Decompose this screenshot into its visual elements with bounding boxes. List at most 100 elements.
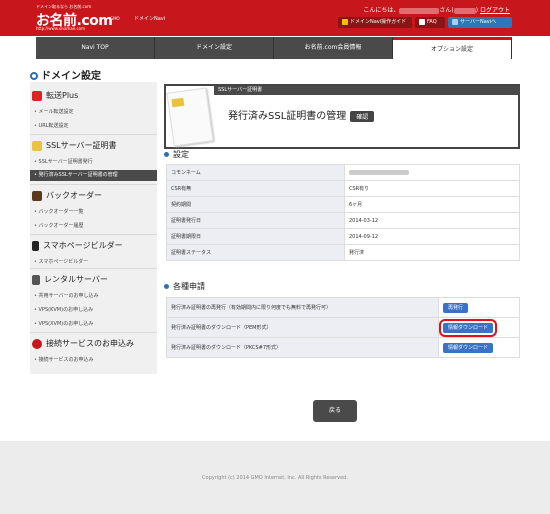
apply-label: 発行済み証明書の再発行（有効期間内に限り何度でも無料で再発行可） <box>166 297 439 318</box>
download-pem-button[interactable]: 情報ダウンロード <box>438 318 498 337</box>
certificate-stamp-icon <box>171 97 185 108</box>
apply-action-cell: 情報ダウンロード <box>438 317 520 338</box>
guide-button[interactable]: ドメインNavi操作ガイド <box>338 17 412 28</box>
setting-key: CSR有無 <box>166 180 345 197</box>
sidebar-divider <box>30 234 157 235</box>
guide-label: ドメインNavi操作ガイド <box>350 19 407 25</box>
panel-title: 発行済みSSL証明書の管理 確認 <box>228 107 375 122</box>
table-row: コモンネーム <box>166 164 520 181</box>
table-row: 証明書発行日 2014-03-12 <box>166 212 520 229</box>
back-button[interactable]: 戻る <box>313 400 357 422</box>
sidebar-item-backorder-list[interactable]: バックオーダー一覧 <box>34 208 84 215</box>
sidebar-item-ssl-issue[interactable]: SSLサーバー証明書発行 <box>34 158 93 165</box>
guide-icon <box>342 18 348 25</box>
logout-link[interactable]: ログアウト <box>480 7 510 14</box>
page-title: ドメイン設定 <box>30 67 101 82</box>
sidebar-item-mail-forward[interactable]: メール転送設定 <box>34 108 74 115</box>
greeting-mid: さん( <box>439 7 454 14</box>
sidebar-item-vps-kvm[interactable]: VPS(KVM)のお申し込み <box>34 306 94 313</box>
question-icon <box>419 18 425 25</box>
sidebar-item-backorder-history[interactable]: バックオーダー履歴 <box>34 222 84 229</box>
onamae-logo[interactable]: ドメイン取るなら お名前.com お名前.com http://www.onam… <box>36 4 113 31</box>
download-pkcs7-button[interactable]: 情報ダウンロード <box>443 342 494 353</box>
logo-url: http://www.onamae.com <box>36 26 86 31</box>
server-icon <box>32 274 40 285</box>
table-row: CSR有無 CSR有り <box>166 180 520 197</box>
sidebar-divider <box>30 184 157 185</box>
setting-value <box>344 164 520 181</box>
settings-heading-text: 設定 <box>173 150 189 159</box>
sidebar-item-ssl-manage[interactable]: 発行済みSSLサーバー証明書の管理 <box>30 170 157 181</box>
sidebar-group-backorder[interactable]: バックオーダー <box>32 190 102 201</box>
sidebar-divider <box>30 332 157 333</box>
smartphone-icon <box>32 240 39 251</box>
panel-category-bar: SSLサーバー証明書 <box>214 86 520 95</box>
sidebar-group-label: バックオーダー <box>46 191 102 200</box>
gavel-icon <box>32 190 42 201</box>
setting-key: コモンネーム <box>166 164 345 181</box>
setting-value: 6ヶ月 <box>344 196 520 213</box>
server-navi-button[interactable]: サーバーNaviへ <box>448 17 512 28</box>
apply-label: 発行済み証明書のダウンロード（PEM形式） <box>166 317 439 338</box>
setting-value: 発行済 <box>344 244 520 261</box>
tab-domain-settings[interactable]: ドメイン設定 <box>155 37 274 59</box>
sidebar-item-smartphone-builder[interactable]: スマホページビルダー <box>34 258 89 265</box>
table-row: 契約期間 6ヶ月 <box>166 196 520 213</box>
sidebar-group-forward-plus[interactable]: 転送Plus <box>32 90 78 101</box>
title-ring-icon <box>30 72 38 80</box>
arrow-icon <box>32 90 42 101</box>
sidebar-group-label: スマホページビルダー <box>43 241 123 250</box>
status-badge: 確認 <box>350 110 375 122</box>
apply-action-cell: 再発行 <box>438 297 520 318</box>
sidebar-group-smartphone[interactable]: スマホページビルダー <box>32 240 123 251</box>
greeting-suffix: ) <box>475 7 479 14</box>
sidebar-item-shared-server[interactable]: 共用サーバーのお申し込み <box>34 292 99 299</box>
apply-heading: 各種申請 <box>164 281 205 292</box>
sidebar-group-label: レンタルサーバー <box>44 275 108 284</box>
redacted-common-name <box>349 169 409 175</box>
setting-key: 契約期間 <box>166 196 345 213</box>
setting-value: 2014-09-12 <box>344 228 520 245</box>
table-row: 発行済み証明書のダウンロード（PKCS#7形式） 情報ダウンロード <box>166 337 520 358</box>
setting-key: 証明書期限日 <box>166 228 345 245</box>
user-greeting: こんにちは、 さん() ログアウト <box>363 5 510 14</box>
reissue-button[interactable]: 再発行 <box>443 302 469 313</box>
sidebar-item-connection-apply[interactable]: 接続サービスのお申込み <box>34 356 94 363</box>
bullet-icon <box>164 152 169 157</box>
copyright-text: Copyright (c) 2014 GMO Internet, Inc. Al… <box>202 475 348 481</box>
server-icon <box>452 18 458 25</box>
table-row: 発行済み証明書のダウンロード（PEM形式） 情報ダウンロード <box>166 317 520 338</box>
sidebar-item-url-forward[interactable]: URL転送設定 <box>34 122 69 129</box>
sidebar-group-label: SSLサーバー証明書 <box>46 141 117 150</box>
sidebar-divider <box>30 268 157 269</box>
sidebar-group-rental-server[interactable]: レンタルサーバー <box>32 274 108 285</box>
faq-button[interactable]: FAQ <box>415 17 445 28</box>
navi-label: サーバーNaviへ <box>460 19 497 25</box>
sidebar-group-label: 転送Plus <box>46 91 79 100</box>
tab-navi-top[interactable]: Navi TOP <box>36 37 155 59</box>
apply-label: 発行済み証明書のダウンロード（PKCS#7形式） <box>166 337 439 358</box>
main-tabs: Navi TOP ドメイン設定 お名前.com会員情報 オプション設定 <box>36 37 512 59</box>
table-row: 証明書ステータス 発行済 <box>166 244 520 261</box>
redacted-id <box>453 7 476 14</box>
settings-heading: 設定 <box>164 149 189 160</box>
globe-icon <box>32 338 42 349</box>
setting-value: 2014-03-12 <box>344 212 520 229</box>
page-title-text: ドメイン設定 <box>41 71 101 82</box>
table-row: 証明書期限日 2014-09-12 <box>166 228 520 245</box>
panel-title-text: 発行済みSSL証明書の管理 <box>228 111 347 122</box>
certificate-thumbnail <box>166 87 214 147</box>
faq-label: FAQ <box>427 19 437 25</box>
top-header: ドメイン取るなら お名前.com お名前.com http://www.onam… <box>0 0 550 36</box>
certificate-icon <box>32 140 42 151</box>
sidebar-group-connection[interactable]: 接続サービスのお申込み <box>32 338 134 349</box>
sidebar-group-label: 接続サービスのお申込み <box>46 339 134 348</box>
tab-member-info[interactable]: お名前.com会員情報 <box>274 37 393 59</box>
sidebar-group-ssl[interactable]: SSLサーバー証明書 <box>32 140 117 151</box>
apply-action-cell: 情報ダウンロード <box>438 337 520 358</box>
sidebar-item-vps-xvm[interactable]: VPS(XVM)のお申し込み <box>34 320 94 327</box>
apply-heading-text: 各種申請 <box>173 282 205 291</box>
tab-option-settings[interactable]: オプション設定 <box>393 37 512 59</box>
table-row: 発行済み証明書の再発行（有効期間内に限り何度でも無料で再発行可） 再発行 <box>166 297 520 318</box>
sidebar-divider <box>30 134 157 135</box>
